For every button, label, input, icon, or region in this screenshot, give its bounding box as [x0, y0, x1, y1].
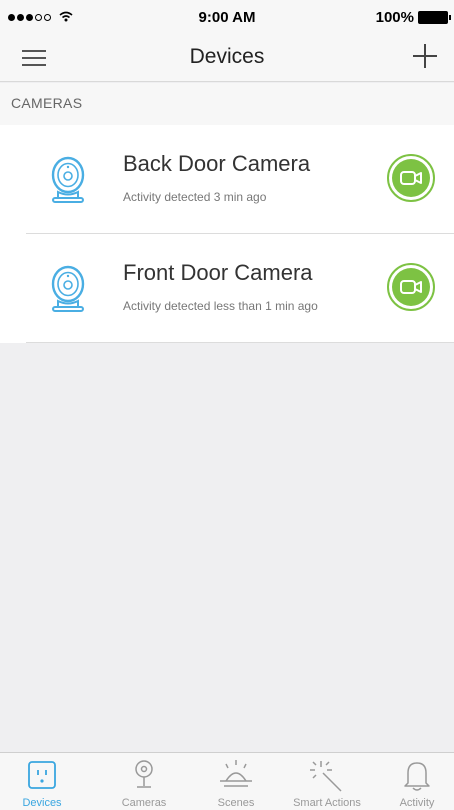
tab-bar: Devices Cameras Scenes Smart Actions Act… — [0, 752, 454, 810]
battery-percent: 100% — [375, 9, 414, 26]
tab-devices[interactable]: Devices — [12, 753, 72, 810]
live-video-button[interactable] — [387, 263, 435, 311]
tab-activity[interactable]: Activity — [382, 753, 452, 810]
tab-label: Cameras — [121, 797, 167, 809]
camera-icon — [135, 760, 153, 788]
navigation-bar: Devices — [0, 34, 454, 82]
security-camera-icon — [51, 156, 85, 203]
device-row-front-door[interactable]: Front Door Camera Activity detected less… — [0, 234, 454, 343]
tab-smart-actions[interactable]: Smart Actions — [282, 753, 372, 810]
device-name: Front Door Camera — [123, 260, 313, 285]
tab-scenes[interactable]: Scenes — [196, 753, 276, 810]
tab-label: Smart Actions — [293, 797, 361, 809]
video-camera-icon — [400, 171, 422, 185]
video-camera-icon — [400, 280, 422, 294]
section-header-cameras: CAMERAS — [0, 83, 454, 125]
status-bar: 9:00 AM 100% — [0, 0, 454, 34]
device-activity-status: Activity detected less than 1 min ago — [123, 299, 318, 313]
device-name: Back Door Camera — [123, 151, 311, 176]
page-title: Devices — [189, 45, 265, 68]
tab-cameras[interactable]: Cameras — [104, 753, 184, 810]
magic-wand-icon — [310, 761, 342, 792]
battery-icon — [418, 11, 451, 24]
outlet-icon — [28, 761, 56, 789]
row-divider — [26, 342, 454, 343]
tab-label: Activity — [399, 797, 435, 809]
sunrise-icon — [220, 760, 252, 787]
security-camera-icon — [51, 265, 85, 312]
tab-label: Devices — [22, 797, 62, 809]
add-device-button[interactable] — [410, 41, 440, 71]
bell-icon — [404, 762, 430, 791]
tab-label: Scenes — [217, 797, 255, 809]
battery-indicator: 100% — [375, 9, 451, 26]
device-list: Back Door Camera Activity detected 3 min… — [0, 125, 454, 343]
live-video-button[interactable] — [387, 154, 435, 202]
device-activity-status: Activity detected 3 min ago — [123, 190, 267, 204]
device-row-back-door[interactable]: Back Door Camera Activity detected 3 min… — [0, 125, 454, 234]
